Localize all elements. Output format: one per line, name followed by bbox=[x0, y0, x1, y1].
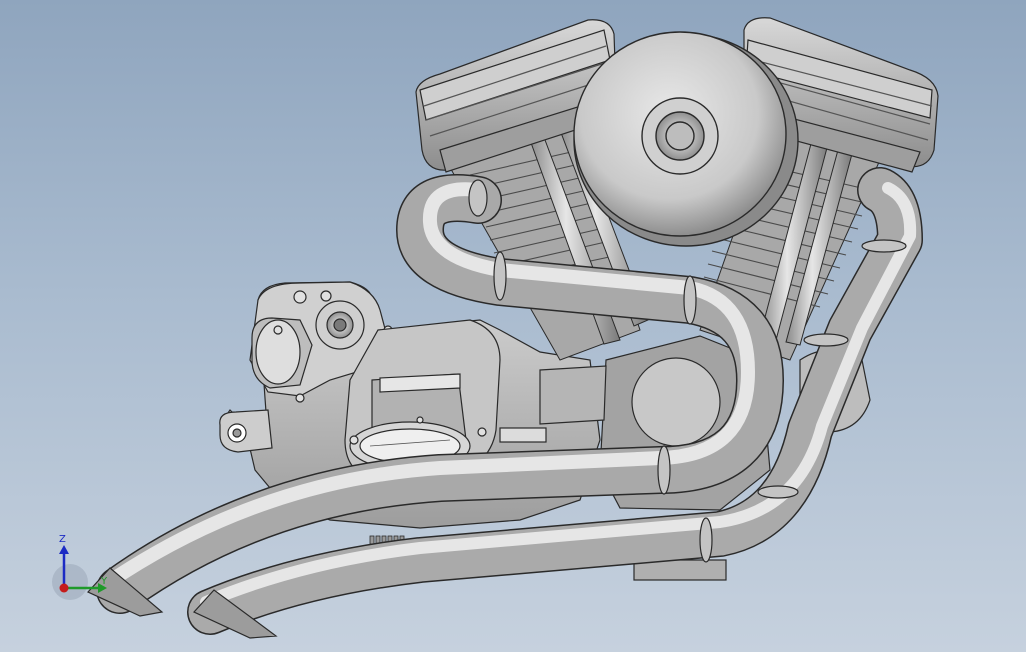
z-axis-arrowhead bbox=[59, 545, 69, 554]
3d-viewport[interactable]: Z Y bbox=[0, 0, 1026, 652]
axis-triad: Z Y bbox=[52, 534, 108, 600]
z-axis-label: Z bbox=[59, 534, 66, 545]
air-cleaner bbox=[573, 31, 799, 247]
x-axis-origin bbox=[59, 583, 69, 593]
engine-model[interactable]: Z Y bbox=[0, 0, 1026, 652]
y-axis-label: Y bbox=[100, 576, 108, 587]
